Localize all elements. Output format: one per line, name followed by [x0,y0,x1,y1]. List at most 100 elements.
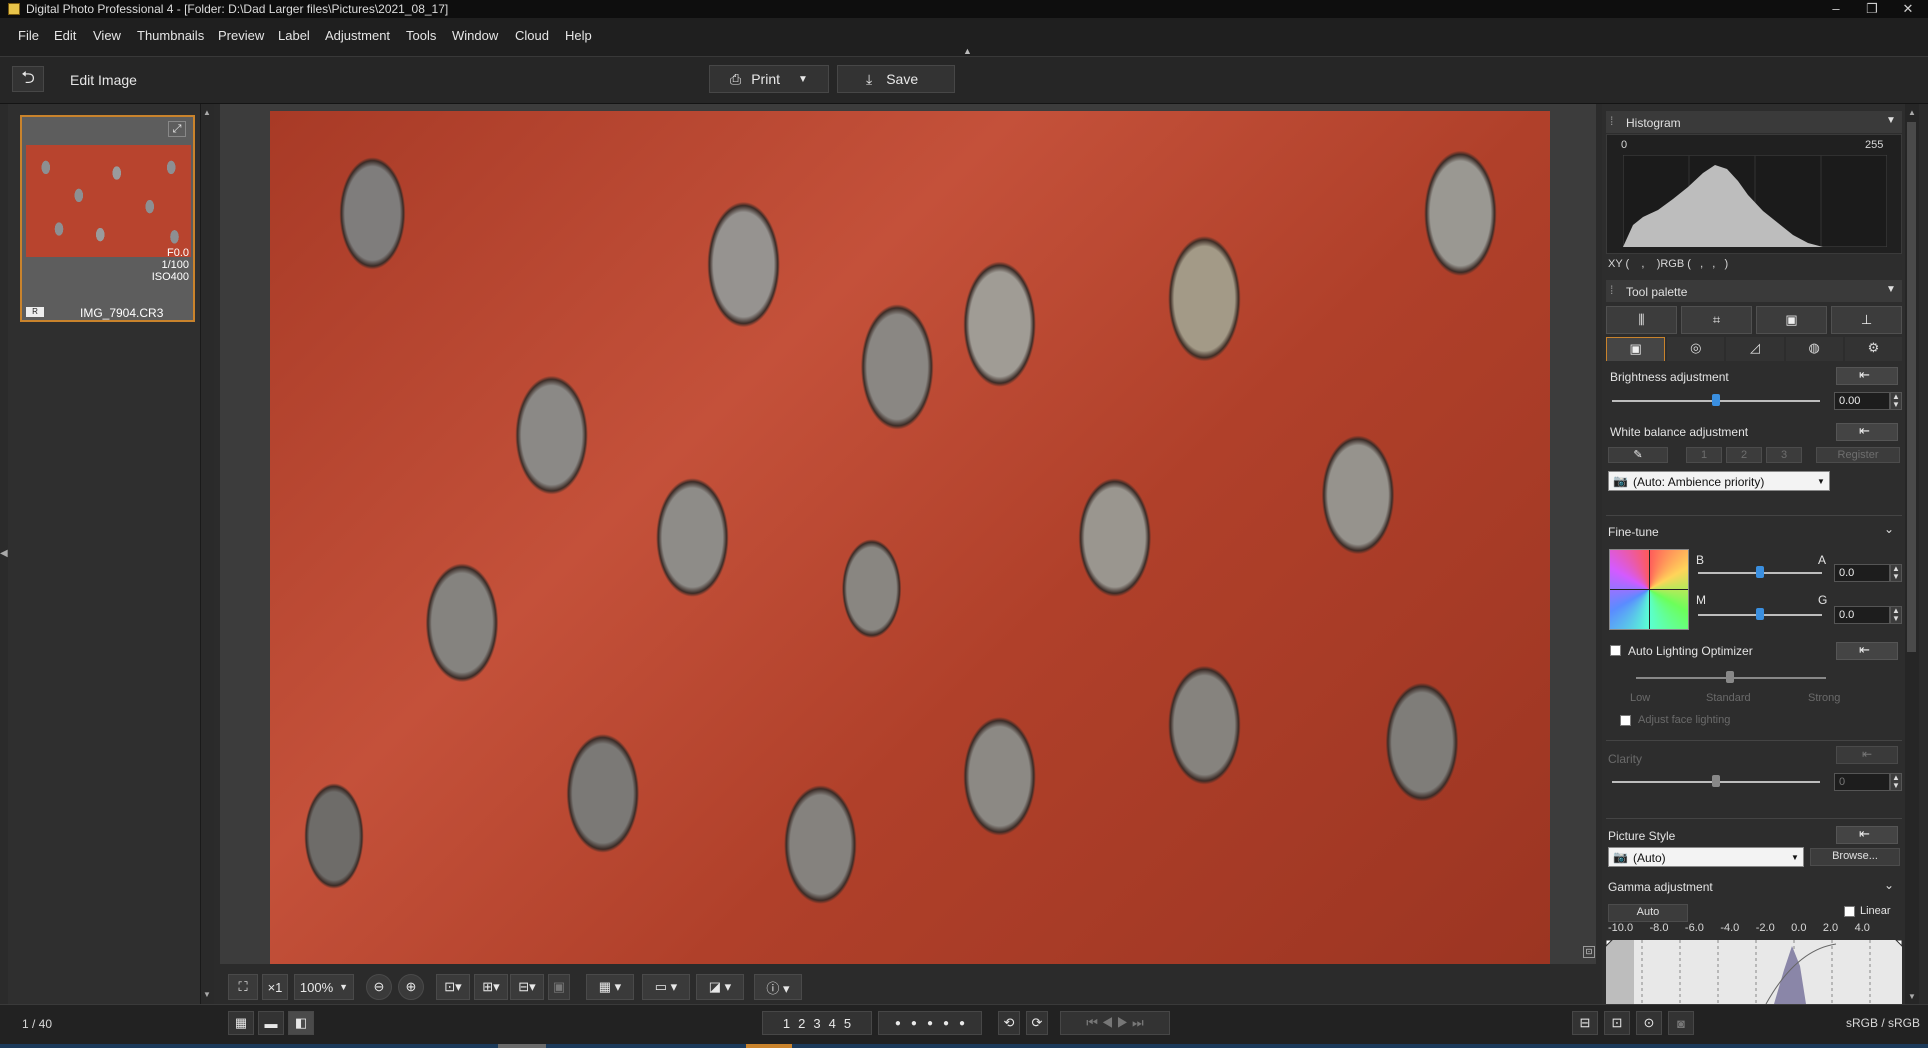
grid-overlay-icon[interactable]: ⊟▾ [510,974,544,1000]
curve-tab-icon[interactable]: ◿ [1726,337,1784,361]
label-dots-icon[interactable]: ●●●●● [878,1011,982,1035]
compare-icon[interactable]: ▣ [548,974,570,1000]
menu-thumbnails[interactable]: Thumbnails [137,28,204,43]
rating-3[interactable]: 3 [813,1016,820,1031]
tool-palette-header[interactable]: ⁞ Tool palette ▼ [1606,280,1902,302]
rating-5[interactable]: 5 [844,1016,851,1031]
menu-help[interactable]: Help [565,28,592,43]
navigation-buttons[interactable]: ⏮ ◀ ▶ ⏭ [1060,1011,1170,1035]
right-scrollbar[interactable]: ▲ ▼ [1905,104,1919,1004]
scroll-down-icon[interactable]: ▼ [203,990,211,999]
fit-corner-icon[interactable]: ⊡ [1583,946,1595,958]
thumbnail-item[interactable]: ⤢ F0.0 1/100 ISO400 R IMG_7904.CR3 [20,115,195,322]
edited-photo[interactable] [270,111,1550,964]
grid-icon[interactable]: ▦ ▾ [586,974,634,1000]
wb-register-button[interactable]: Register [1816,447,1900,463]
fit-screen-icon[interactable]: ⛶ [228,974,258,1000]
white-balance-reset-button[interactable] [1836,423,1898,441]
single-view-icon[interactable]: ▬ [258,1011,284,1035]
collapse-icon[interactable]: ⌄ [1884,878,1894,892]
fine-tune-g-value[interactable]: 0.0 [1834,606,1890,624]
zoom-out-icon[interactable]: ⊖ [366,974,392,1000]
scroll-up-icon[interactable]: ▲ [203,108,211,117]
clarity-spinner-icon[interactable]: ▲ ▼ [1890,773,1902,791]
chevron-down-icon[interactable]: ▼ [1886,115,1896,126]
maximize-button[interactable]: ❐ [1854,0,1890,18]
rating-4[interactable]: 4 [829,1016,836,1031]
rating-1[interactable]: 1 [783,1016,790,1031]
fine-tune-ba-knob[interactable] [1756,566,1764,578]
scale-button[interactable]: ×1 [262,974,288,1000]
wb-preset-3-button[interactable]: 3 [1766,447,1802,463]
alo-checkbox[interactable] [1610,645,1621,656]
linear-checkbox[interactable] [1844,906,1855,917]
brightness-reset-button[interactable] [1836,367,1898,385]
grid-view-icon[interactable]: ▦ [228,1011,254,1035]
capture-icon[interactable]: ⊙ [1636,1011,1662,1035]
image-edit-icon[interactable]: ⊡ [1604,1011,1630,1035]
brightness-value[interactable]: 0.00 [1834,392,1890,410]
gamma-graph[interactable] [1606,940,1902,1004]
menu-file[interactable]: File [18,28,39,43]
menu-window[interactable]: Window [452,28,498,43]
enlarge-icon[interactable]: ⤢ [168,121,186,137]
af-point-icon[interactable]: ⊡▾ [436,974,470,1000]
alo-knob[interactable] [1726,671,1734,683]
dust-removal-icon[interactable]: ▣ [1756,306,1827,334]
color-wheel[interactable] [1609,549,1689,630]
compare-layout-icon[interactable]: ⊟ [1572,1011,1598,1035]
highlight-warning-icon[interactable]: ◪ ▾ [696,974,744,1000]
fine-tune-mg-knob[interactable] [1756,608,1764,620]
face-lighting-checkbox[interactable] [1620,715,1631,726]
white-balance-select[interactable]: 📷 (Auto: Ambience priority) ▼ [1608,471,1830,491]
close-button[interactable]: ✕ [1890,0,1926,18]
menu-adjustment[interactable]: Adjustment [325,28,390,43]
adjust-tool-icon[interactable]: ⫼ [1606,306,1677,334]
fine-tune-a-value[interactable]: 0.0 [1834,564,1890,582]
chevron-down-icon[interactable]: ▼ [798,74,808,85]
wb-preset-2-button[interactable]: 2 [1726,447,1762,463]
rotate-right-icon[interactable]: ⟳ [1026,1011,1048,1035]
menu-tools[interactable]: Tools [406,28,436,43]
picture-style-reset-button[interactable] [1836,826,1898,844]
print-button[interactable]: ⎙ Print ▼ [709,65,829,93]
eyedropper-icon[interactable]: ✎ [1608,447,1668,463]
af-frame-icon[interactable]: ⊞▾ [474,974,508,1000]
rating-2[interactable]: 2 [798,1016,805,1031]
alo-reset-button[interactable] [1836,642,1898,660]
guide-icon[interactable]: ▭ ▾ [642,974,690,1000]
zoom-select[interactable]: 100% ▼ [294,974,354,1000]
wb-preset-1-button[interactable]: 1 [1686,447,1722,463]
left-collapse-icon[interactable]: ◀ [0,548,8,559]
tone-tab-icon[interactable]: ◎ [1667,337,1725,361]
menu-label[interactable]: Label [278,28,310,43]
rating-buttons[interactable]: 1 2 3 4 5 [762,1011,872,1035]
menu-edit[interactable]: Edit [54,28,76,43]
browse-button[interactable]: Browse... [1810,848,1900,866]
scroll-up-icon[interactable]: ▲ [1908,108,1916,117]
clarity-knob[interactable] [1712,775,1720,787]
collapse-icon[interactable]: ⌄ [1884,522,1894,536]
menu-view[interactable]: View [93,28,121,43]
brightness-knob[interactable] [1712,394,1720,406]
picture-style-select[interactable]: 📷 (Auto) ▼ [1608,847,1804,867]
filmstrip-view-icon[interactable]: ◧ [288,1011,314,1035]
clarity-reset-button[interactable]: ⇤ [1836,746,1898,764]
brightness-spinner-icon[interactable]: ▲ ▼ [1890,392,1902,410]
stamp-icon[interactable]: ⊥ [1831,306,1902,334]
zoom-in-icon[interactable]: ⊕ [398,974,424,1000]
fine-tune-g-spinner-icon[interactable]: ▲ ▼ [1890,606,1902,624]
chevron-down-icon[interactable]: ▼ [1886,284,1896,295]
scroll-thumb[interactable] [1907,122,1916,652]
settings-tab-icon[interactable]: ⚙ [1844,337,1903,361]
menu-preview[interactable]: Preview [218,28,264,43]
scroll-down-icon[interactable]: ▼ [1908,992,1916,1001]
save-button[interactable]: ⤓ Save [837,65,955,93]
minimize-button[interactable]: – [1818,0,1854,18]
rotate-left-icon[interactable]: ⟲ [998,1011,1020,1035]
fine-tune-a-spinner-icon[interactable]: ▲ ▼ [1890,564,1902,582]
histogram-header[interactable]: ⁞ Histogram ▼ [1606,111,1902,133]
menu-cloud[interactable]: Cloud [515,28,549,43]
camera-icon[interactable]: ◙ [1668,1011,1694,1035]
crop-icon[interactable]: ⌗ [1681,306,1752,334]
